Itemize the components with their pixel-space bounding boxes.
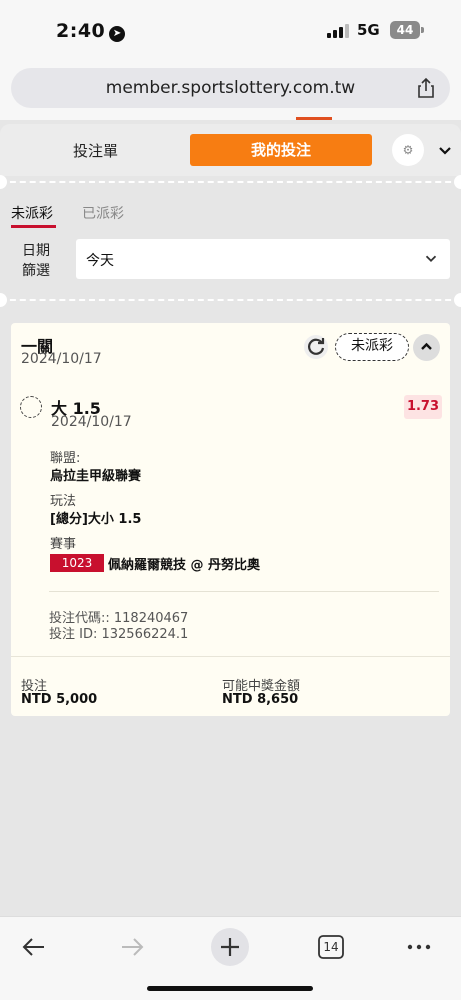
network-type: 5G	[357, 21, 380, 39]
chevron-up-icon[interactable]	[413, 334, 440, 361]
location-icon: ➤	[109, 26, 126, 42]
divider-notch	[454, 293, 461, 307]
new-tab-plus-icon[interactable]	[210, 927, 250, 967]
back-arrow-icon[interactable]	[14, 927, 54, 967]
date-filter-value: 今天	[86, 253, 114, 269]
market-label: 玩法	[50, 494, 77, 509]
event-code-badge: 1023	[50, 554, 104, 572]
browser-address-area: member.sportslottery.com.tw	[0, 62, 461, 120]
bet-id: 投注 ID: 132566224.1	[49, 627, 189, 642]
tab-bet-slip[interactable]: 投注單	[73, 140, 118, 161]
battery-icon: 44	[390, 21, 424, 39]
tab-settled[interactable]: 已派彩	[82, 203, 124, 223]
page-indicator	[296, 117, 332, 120]
event-label: 賽事	[50, 537, 77, 552]
url-text: member.sportslottery.com.tw	[105, 78, 356, 98]
more-options-icon[interactable]	[399, 927, 439, 967]
chevron-down-icon[interactable]	[435, 140, 455, 160]
payout-value: NTD 8,650	[222, 692, 299, 707]
divider	[11, 656, 450, 657]
tab-my-bets[interactable]: 我的投注	[190, 134, 372, 166]
address-bar[interactable]: member.sportslottery.com.tw	[11, 68, 450, 108]
date-filter-label: 日期篩選	[22, 243, 50, 279]
event-name: 佩納羅爾競技 @ 丹努比奧	[108, 558, 261, 573]
bet-card: 一關 2024/10/17 未派彩 大 1.5 2024/10/17 1.73 …	[11, 323, 450, 716]
market-value: [總分]大小 1.5	[50, 512, 142, 527]
tab-unsettled[interactable]: 未派彩	[11, 203, 53, 223]
tabs-button[interactable]: 14	[311, 927, 351, 967]
bet-date: 2024/10/17	[21, 351, 102, 367]
bet-tabs-header: 投注單 我的投注 ⚙	[0, 124, 461, 176]
home-indicator	[147, 986, 313, 991]
chevron-down-icon	[425, 255, 437, 262]
selection-date: 2024/10/17	[51, 414, 132, 430]
divider	[0, 181, 461, 183]
league-label: 聯盟:	[50, 451, 81, 466]
stake-value: NTD 5,000	[21, 692, 98, 707]
tab-count: 14	[323, 940, 339, 954]
share-icon[interactable]	[414, 76, 438, 100]
odds-badge: 1.73	[404, 395, 442, 419]
signal-icon	[327, 24, 349, 38]
active-tab-underline	[11, 225, 56, 228]
settings-gear-icon[interactable]: ⚙	[392, 134, 424, 166]
selection-status-icon	[20, 396, 42, 418]
status-bar: 2:40 ➤ 5G 44	[0, 0, 461, 62]
divider	[0, 299, 461, 301]
league-value: 烏拉圭甲級聯賽	[50, 469, 142, 484]
forward-arrow-icon[interactable]	[112, 927, 152, 967]
refresh-icon[interactable]	[304, 335, 328, 359]
divider	[49, 591, 439, 592]
status-time: 2:40 ➤	[56, 20, 126, 42]
status-badge: 未派彩	[335, 333, 409, 361]
date-filter-select[interactable]: 今天	[76, 239, 450, 279]
divider-notch	[454, 175, 461, 189]
